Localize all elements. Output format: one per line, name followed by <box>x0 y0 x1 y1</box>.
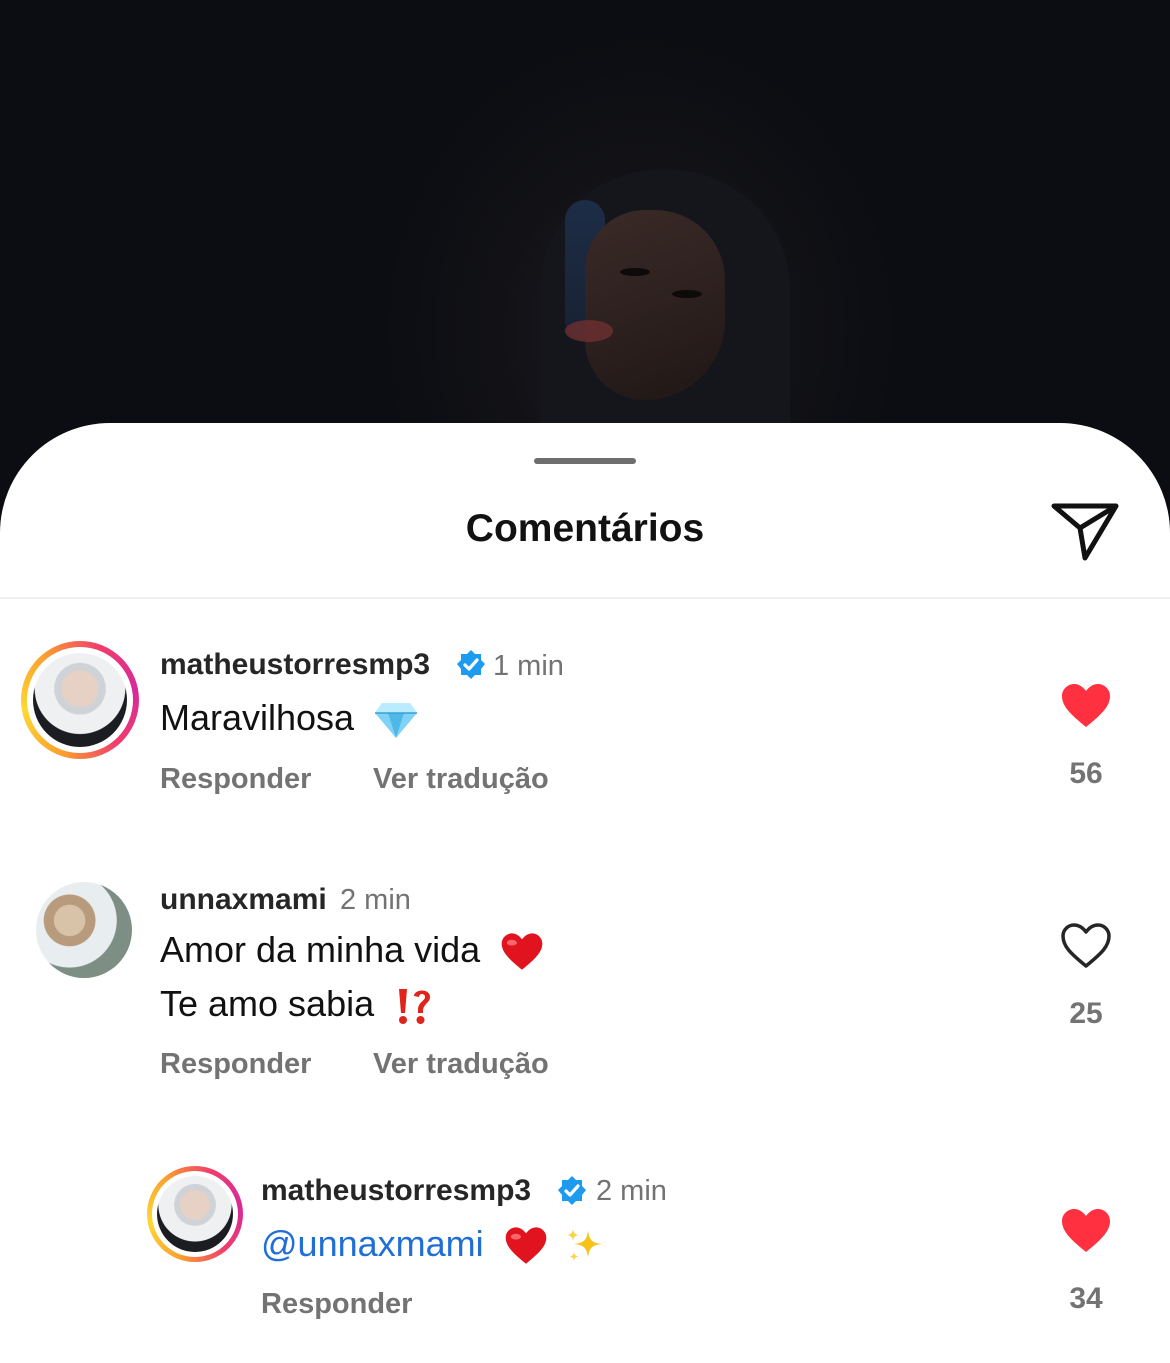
gem-icon <box>375 703 418 739</box>
red-heart-icon <box>501 933 543 971</box>
like-count: 25 <box>1069 997 1103 1030</box>
sparkles-icon <box>566 1229 602 1262</box>
interrobang-icon <box>399 989 431 1025</box>
verified-badge-icon <box>558 1176 586 1205</box>
avatar-story-ring[interactable] <box>147 1166 243 1262</box>
reply-button[interactable]: Responder <box>160 763 311 796</box>
reply-button[interactable]: Responder <box>160 1048 311 1081</box>
sheet-title: Comentários <box>465 507 705 550</box>
sheet-drag-handle[interactable] <box>534 458 636 464</box>
avatar <box>157 1176 233 1252</box>
heart-filled-icon[interactable] <box>1060 1208 1112 1254</box>
heart-filled-icon[interactable] <box>1060 683 1112 729</box>
mention-link[interactable]: @unnaxmami <box>261 1223 484 1264</box>
comment-username[interactable]: unnaxmami <box>160 883 327 917</box>
comment-text: Te amo sabia <box>160 983 434 1026</box>
comment-text-content: Amor da minha vida <box>160 929 481 970</box>
comment-text: Amor da minha vida <box>160 929 544 972</box>
photo-eye <box>620 268 650 276</box>
avatar-story-ring[interactable] <box>21 641 139 759</box>
photo-eye <box>672 290 702 298</box>
avatar <box>33 653 127 747</box>
header-divider <box>0 597 1170 599</box>
comment-username[interactable]: matheustorresmp3 <box>160 648 430 682</box>
comment-username[interactable]: matheustorresmp3 <box>261 1174 531 1208</box>
comment-text: @unnaxmami <box>261 1223 604 1266</box>
see-translation-button[interactable]: Ver tradução <box>373 1048 549 1081</box>
comment-text-content: Maravilhosa <box>160 697 355 738</box>
comment-text-content: Te amo sabia <box>160 983 375 1024</box>
comment-timestamp: 2 min <box>340 884 411 916</box>
heart-outline-icon[interactable] <box>1060 923 1112 969</box>
like-count: 34 <box>1069 1282 1103 1315</box>
photo-lips <box>565 320 613 342</box>
comment-text: Maravilhosa <box>160 697 418 739</box>
comment-timestamp: 2 min <box>596 1175 667 1207</box>
avatar[interactable] <box>36 882 132 978</box>
share-button[interactable] <box>1050 500 1120 562</box>
red-heart-icon <box>505 1227 546 1265</box>
verified-badge-icon <box>457 650 485 679</box>
paper-plane-icon <box>1051 503 1119 561</box>
reply-button[interactable]: Responder <box>261 1288 412 1321</box>
photo-face <box>585 210 725 400</box>
see-translation-button[interactable]: Ver tradução <box>373 763 549 796</box>
like-count: 56 <box>1069 757 1103 790</box>
comment-timestamp: 1 min <box>493 650 564 682</box>
